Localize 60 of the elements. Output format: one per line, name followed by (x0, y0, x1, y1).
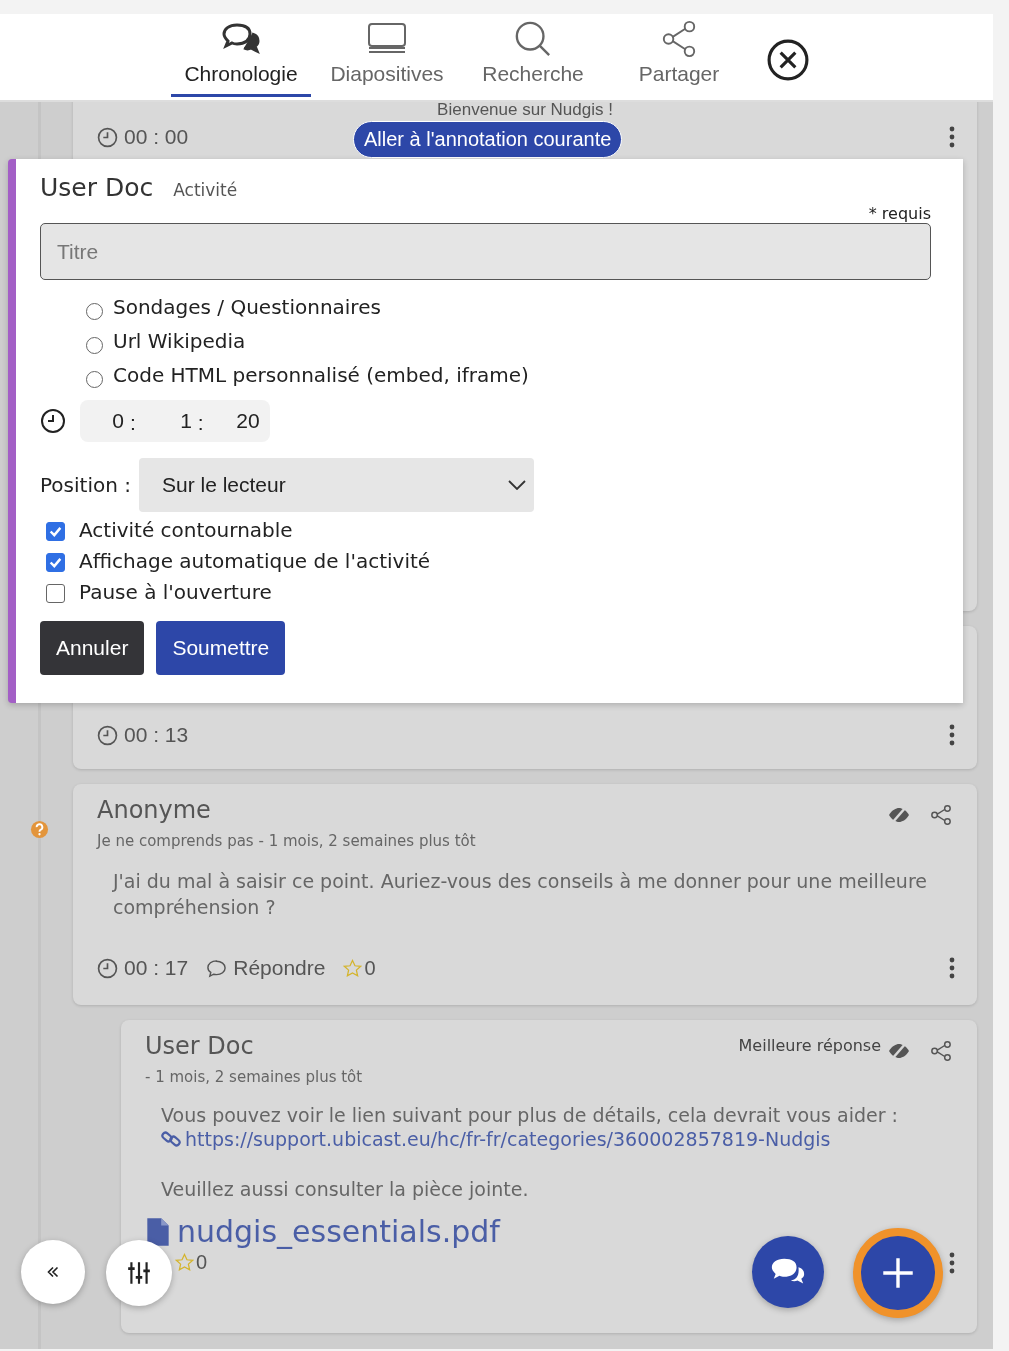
annotation-meta: - 1 mois, 2 semaines plus tôt (145, 1068, 364, 1086)
option-label: Code HTML personnalisé (embed, iframe) (113, 363, 529, 387)
more-icon[interactable] (949, 126, 955, 148)
title-field[interactable]: Titre (40, 223, 931, 280)
required-note: * requis (868, 204, 931, 223)
checkbox[interactable] (46, 553, 65, 572)
more-icon[interactable] (949, 957, 955, 979)
checkbox-label: Affichage automatique de l'activité (79, 548, 431, 573)
chevron-down-icon (507, 480, 526, 490)
form-title: User Doc (40, 173, 154, 202)
star-icon[interactable] (343, 958, 363, 978)
timestamp[interactable]: 00 : 17 (124, 956, 189, 980)
like-count: 0 (364, 956, 376, 980)
annotation-meta: Je ne comprends pas - 1 mois, 2 semaines plus tôt (97, 832, 477, 850)
position-dropdown[interactable]: Sur le lecteur (138, 458, 534, 512)
speech-bubble-icon (206, 957, 228, 979)
form-subtitle: Activité (173, 180, 238, 200)
checkbox-label: Pause à l'ouverture (79, 579, 272, 604)
tab[interactable]: Recherche (463, 14, 603, 97)
author-name: User Doc (145, 1032, 254, 1060)
position-label: Position : (40, 473, 131, 497)
like-count: 0 (196, 1251, 208, 1274)
tab[interactable]: Diapositives (317, 14, 457, 97)
submit-button[interactable]: Soumettre (156, 621, 286, 675)
clock-icon (97, 957, 118, 979)
tab[interactable]: Chronologie (171, 14, 311, 97)
timestamp[interactable]: 00 : 13 (124, 723, 189, 747)
link-icon (161, 1129, 181, 1149)
checkbox[interactable] (46, 522, 65, 541)
sliders-icon (126, 1260, 152, 1286)
attachment-link[interactable]: nudgis_essentials.pdf (177, 1214, 500, 1249)
close-icon[interactable] (767, 39, 809, 81)
checkbox[interactable] (46, 584, 65, 603)
file-icon (145, 1215, 171, 1248)
checkbox-label: Activité contournable (79, 517, 293, 542)
question-icon (30, 820, 49, 839)
comment-text: Veuillez aussi consulter la pièce jointe. (161, 1177, 530, 1202)
clock-icon (97, 126, 118, 148)
best-answer-label: Meilleure réponse (738, 1035, 881, 1055)
option-label: Sondages / Questionnaires (113, 295, 381, 319)
time-field[interactable]: 0 : 1 : 20 (80, 400, 270, 442)
share-icon[interactable] (929, 1040, 953, 1062)
annotation-title: Bienvenue sur Nudgis ! (436, 102, 614, 119)
more-icon[interactable] (949, 1251, 955, 1274)
clock-icon (97, 724, 118, 746)
search-icon (513, 20, 553, 58)
support-link[interactable]: https://support.ubicast.eu/hc/fr-fr/categories/360002857819-Nudgis (185, 1128, 831, 1150)
comment-text: J'ai du mal à saisir ce point. Auriez-vous des conseils à me donner pour une meilleure compréhension ? (113, 869, 928, 920)
author-name: Anonyme (97, 796, 211, 824)
timestamp[interactable]: 00 : 00 (124, 125, 189, 149)
reply-button[interactable]: Répondre (206, 956, 326, 980)
option-label: Url Wikipedia (113, 329, 246, 353)
comment-text: Vous pouvez voir le lien suivant pour plus de détails, cela devrait vous aider : (161, 1103, 899, 1128)
clock-icon (40, 408, 66, 434)
star-icon[interactable] (175, 1253, 194, 1272)
share-icon[interactable] (929, 804, 953, 826)
more-icon[interactable] (949, 724, 955, 746)
tab[interactable]: Partager (609, 14, 749, 97)
jump-to-current-button[interactable]: Aller à l'annotation courante (353, 121, 623, 158)
cancel-button[interactable]: Annuler (40, 621, 145, 675)
